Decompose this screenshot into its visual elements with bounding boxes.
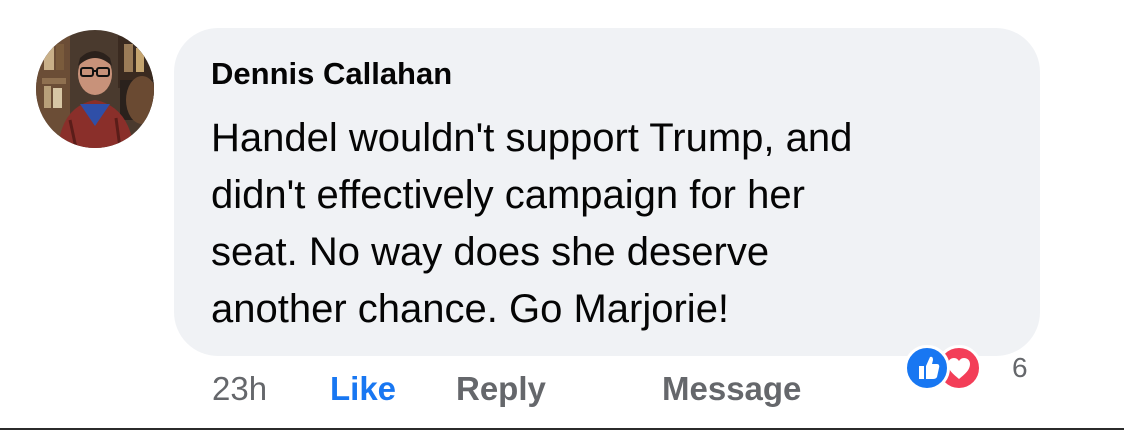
avatar[interactable] — [36, 30, 154, 148]
comment-timestamp[interactable]: 23h — [212, 366, 267, 412]
reaction-count: 6 — [1012, 352, 1028, 383]
comment-screen: { "comment": { "author": "Dennis Callaha… — [0, 0, 1124, 430]
message-button[interactable]: Message — [662, 366, 801, 412]
comment-author[interactable]: Dennis Callahan — [211, 56, 452, 92]
comment-bubble: Dennis Callahan Handel wouldn't support … — [174, 28, 1040, 356]
like-button[interactable]: Like — [330, 366, 396, 412]
like-reaction-icon — [904, 345, 950, 391]
comment-text: Handel wouldn't support Trump, and didn'… — [211, 116, 853, 331]
profile-photo-icon — [36, 30, 154, 148]
reply-button[interactable]: Reply — [456, 366, 546, 412]
reaction-summary[interactable]: 6 — [904, 345, 1054, 395]
